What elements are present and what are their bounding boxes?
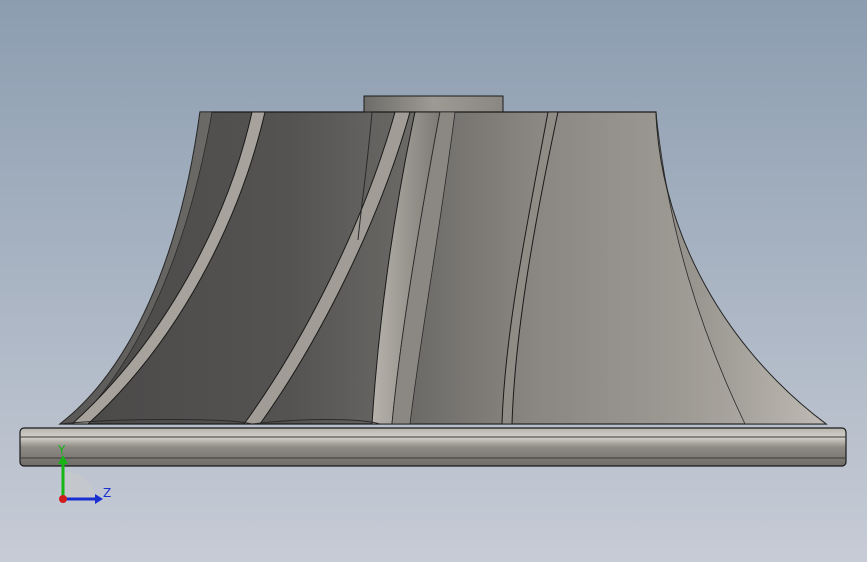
y-axis-label: Y: [57, 443, 66, 457]
z-axis-label: Z: [103, 486, 111, 500]
model-canvas[interactable]: Y Z: [0, 0, 867, 562]
base-flange[interactable]: [19, 427, 847, 467]
hub-boss[interactable]: [363, 95, 504, 113]
x-axis-dot: [59, 495, 67, 503]
graphics-viewport[interactable]: Y Z: [0, 0, 867, 562]
